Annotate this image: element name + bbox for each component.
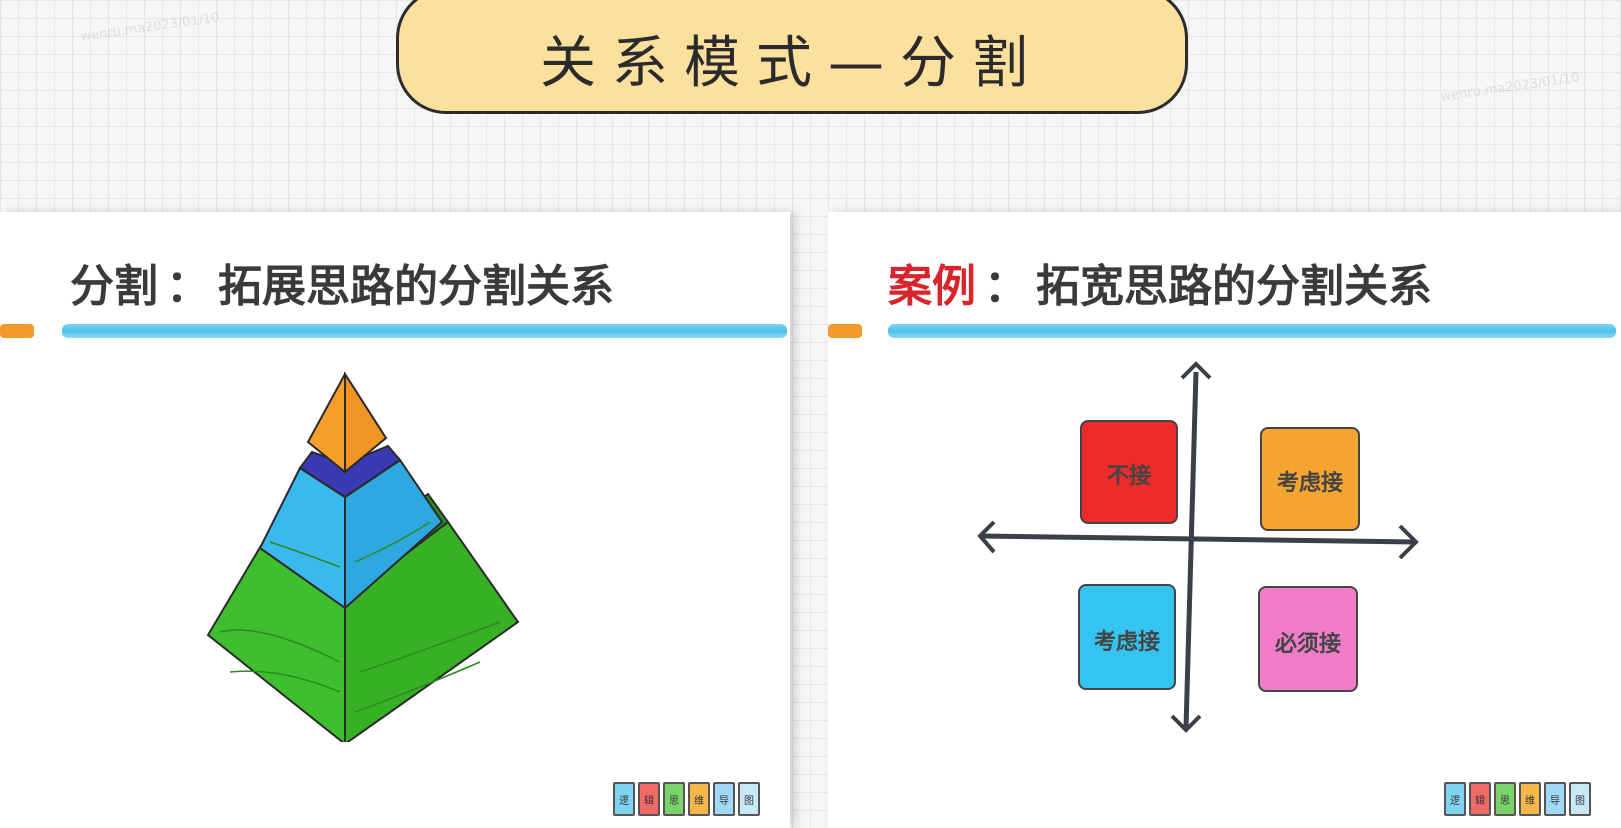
right-heading-separator: ： — [984, 261, 1028, 312]
logo-block: 维 — [1519, 782, 1541, 816]
quadrant-label: 考虑接 — [1093, 630, 1160, 655]
logo-strip: 逻 辑 思 维 导 图 — [613, 782, 760, 816]
quadrant-box: 不接 — [1080, 420, 1178, 524]
heading-underline — [62, 324, 787, 338]
logo-block: 逻 — [613, 782, 635, 816]
quadrant-label: 考虑接 — [1276, 471, 1343, 496]
right-panel-heading: 案例：拓宽思路的分割关系 — [888, 250, 1432, 314]
logo-block: 导 — [1544, 782, 1566, 816]
logo-block: 辑 — [638, 782, 660, 816]
pyramid-diagram — [206, 372, 520, 742]
right-heading-prefix: 案例 — [888, 261, 976, 312]
logo-block: 导 — [713, 782, 735, 816]
logo-block: 图 — [738, 782, 760, 816]
quadrant-box: 必须接 — [1258, 586, 1358, 692]
heading-underline — [888, 324, 1616, 338]
vertical-axis — [1183, 371, 1199, 729]
quadrant-label: 不接 — [1106, 464, 1151, 489]
orange-accent-mark — [0, 324, 34, 338]
quadrant-label: 必须接 — [1274, 632, 1341, 657]
logo-block: 思 — [1494, 782, 1516, 816]
quadrant-box: 考虑接 — [1078, 584, 1176, 690]
horizontal-axis — [979, 533, 1415, 545]
logo-block: 维 — [688, 782, 710, 816]
logo-block: 思 — [663, 782, 685, 816]
left-heading-text: 拓展思路的分割关系 — [218, 261, 614, 312]
logo-block: 图 — [1569, 782, 1591, 816]
logo-block: 逻 — [1444, 782, 1466, 816]
orange-accent-mark — [828, 324, 862, 338]
logo-block: 辑 — [1469, 782, 1491, 816]
page-title: 关系模式—分割 — [540, 30, 1044, 96]
right-heading-text: 拓宽思路的分割关系 — [1036, 261, 1432, 312]
title-banner: 关系模式—分割 — [396, 0, 1188, 114]
left-panel: 分割：拓展思路的分割关系 逻 辑 思 维 导 图 — [0, 212, 790, 828]
quadrant-box: 考虑接 — [1260, 427, 1360, 531]
logo-strip: 逻 辑 思 维 导 图 — [1444, 782, 1591, 816]
left-heading-separator: ： — [166, 261, 210, 312]
left-heading-prefix: 分割 — [70, 261, 158, 312]
watermark: wenru.ma2023/01/10 — [1439, 70, 1581, 105]
watermark: wenru.ma2023/01/10 — [79, 10, 221, 45]
quadrant-diagram — [977, 361, 1419, 733]
right-panel: 案例：拓宽思路的分割关系 不接 考虑接 考虑接 必须接 逻 辑 思 维 导 图 — [828, 212, 1621, 828]
left-panel-heading: 分割：拓展思路的分割关系 — [70, 250, 614, 314]
